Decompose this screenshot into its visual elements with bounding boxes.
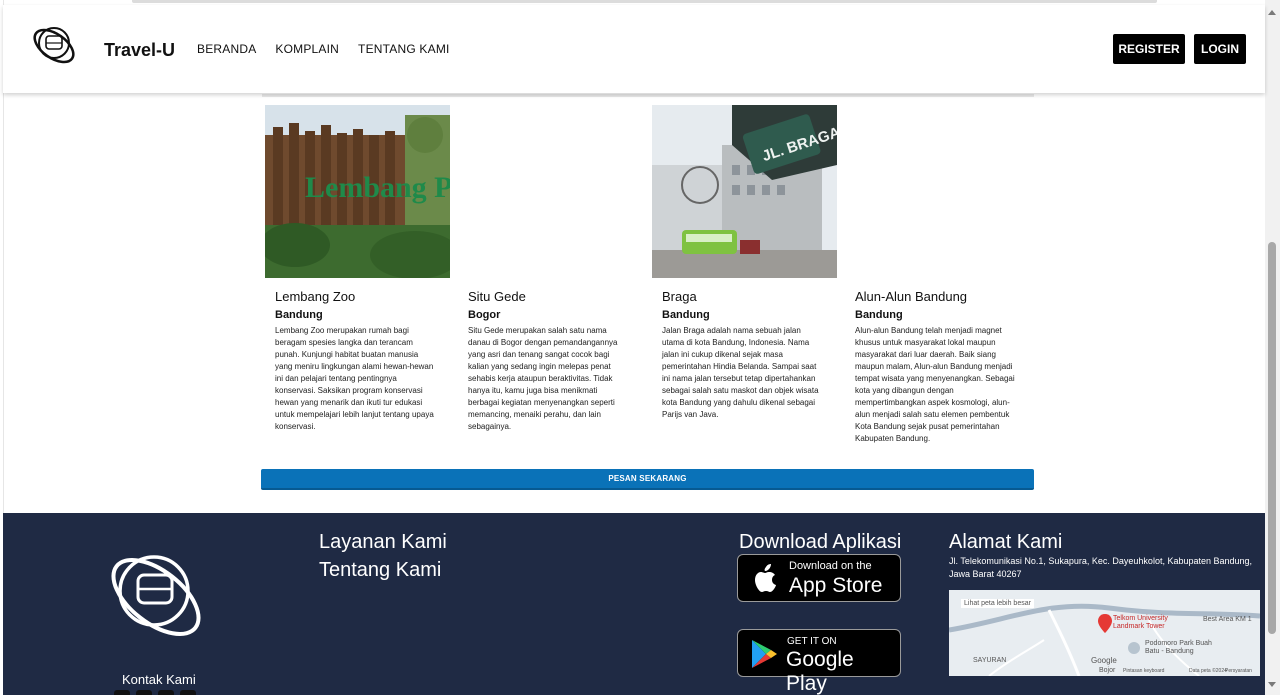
card-city: Bandung <box>855 309 903 321</box>
nav-komplain[interactable]: KOMPLAIN <box>275 42 339 56</box>
scroll-up-icon <box>1268 10 1276 15</box>
card-title: Lembang Zoo <box>275 289 356 304</box>
divider <box>262 94 1034 97</box>
card-description: Alun-alun Bandung telah menjadi magnet k… <box>855 326 1015 443</box>
map-label: Bojor <box>1099 667 1116 674</box>
google-play-small: GET IT ON <box>787 636 837 647</box>
site-footer: Kontak Kami Layanan Kami Tentang Kami Do… <box>3 513 1265 695</box>
x-twitter-icon[interactable] <box>158 690 174 695</box>
destination-card[interactable]: JL. BRAGA Braga Bandung Jalan Braga adal… <box>652 105 838 419</box>
site-header: Travel-U BERANDA KOMPLAIN TENTANG KAMI R… <box>3 5 1265 93</box>
social-links <box>114 690 196 695</box>
brand-name[interactable]: Travel-U <box>104 40 175 61</box>
card-city: Bogor <box>468 309 501 321</box>
map-label: Podomoro Park Buah Batu - Bandung <box>1145 640 1212 655</box>
card-description: Situ Gede merupakan salah satu nama dana… <box>468 326 618 431</box>
google-play-icon <box>752 640 777 668</box>
scroll-down-icon <box>1268 682 1276 687</box>
login-button[interactable]: LOGIN <box>1194 34 1246 64</box>
alamat-heading: Alamat Kami <box>949 531 1063 553</box>
social-icon-1[interactable] <box>114 690 130 695</box>
alun-alun-image-placeholder <box>845 105 1030 278</box>
card-description: Lembang Zoo merupakan rumah bagi beragam… <box>275 326 434 431</box>
card-title: Alun-Alun Bandung <box>855 289 968 304</box>
google-play-big: Google Play <box>786 648 854 695</box>
situ-gede-image-placeholder <box>458 105 643 278</box>
destination-card[interactable]: Lembang PARK & ZOO Lembang Zoo Bandung L… <box>265 105 451 431</box>
braga-image: JL. BRAGA <box>652 105 837 278</box>
map-label[interactable]: Persyaratan <box>1225 668 1252 674</box>
main-nav: BERANDA KOMPLAIN TENTANG KAMI <box>197 42 469 56</box>
address-text: Jl. Telekomunikasi No.1, Sukapura, Kec. … <box>949 556 1253 579</box>
map-label[interactable]: Pintasan keyboard <box>1123 668 1164 674</box>
social-icon-4[interactable] <box>180 690 196 695</box>
travel-u-logo[interactable] <box>29 21 79 71</box>
card-title: Braga <box>662 289 697 304</box>
nav-beranda[interactable]: BERANDA <box>197 42 256 56</box>
google-logo: Google <box>1091 656 1117 665</box>
card-title: Situ Gede <box>468 289 526 304</box>
map-label: Data peta ©2024 <box>1189 668 1227 674</box>
destination-card[interactable]: Situ Gede Bogor Situ Gede merupakan sala… <box>458 105 644 431</box>
link-layanan-kami[interactable]: Layanan Kami <box>319 531 447 554</box>
download-heading: Download Aplikasi <box>739 531 902 553</box>
location-map[interactable]: Lihat peta lebih besar Telkom University… <box>949 590 1260 676</box>
google-play-button[interactable]: GET IT ON Google Play <box>737 629 901 695</box>
map-label: Best Area KM 1 <box>1203 616 1252 623</box>
link-tentang-kami[interactable]: Tentang Kami <box>319 559 441 582</box>
apple-icon <box>755 564 776 592</box>
instagram-icon[interactable] <box>136 690 152 695</box>
app-store-button[interactable]: Download on the App Store <box>737 554 901 602</box>
app-store-big: App Store <box>789 574 883 597</box>
map-label: SAYURAN <box>973 657 1007 664</box>
top-scroll-strip <box>132 0 1157 3</box>
map-pin-label: Telkom University Landmark Tower <box>1113 615 1168 630</box>
lembang-sign: Lembang PARK & ZOO <box>305 171 450 204</box>
vertical-scrollbar[interactable] <box>1265 0 1280 695</box>
register-button[interactable]: REGISTER <box>1113 34 1185 64</box>
travel-u-logo-white[interactable] <box>100 541 212 653</box>
app-store-small: Download on the <box>789 560 872 572</box>
card-description: Jalan Braga adalah nama sebuah jalan uta… <box>662 326 819 419</box>
destination-card[interactable]: Alun-Alun Bandung Bandung Alun-alun Band… <box>845 105 1031 443</box>
pesan-sekarang-button[interactable]: PESAN SEKARANG <box>261 469 1034 490</box>
lembang-zoo-image: Lembang PARK & ZOO <box>265 105 450 278</box>
nav-tentang-kami[interactable]: TENTANG KAMI <box>358 42 450 56</box>
map-larger-link[interactable]: Lihat peta lebih besar <box>961 599 1034 608</box>
card-city: Bandung <box>662 309 710 321</box>
scroll-thumb <box>1268 242 1276 634</box>
card-city: Bandung <box>275 309 323 321</box>
kontak-kami: Kontak Kami <box>122 672 196 687</box>
